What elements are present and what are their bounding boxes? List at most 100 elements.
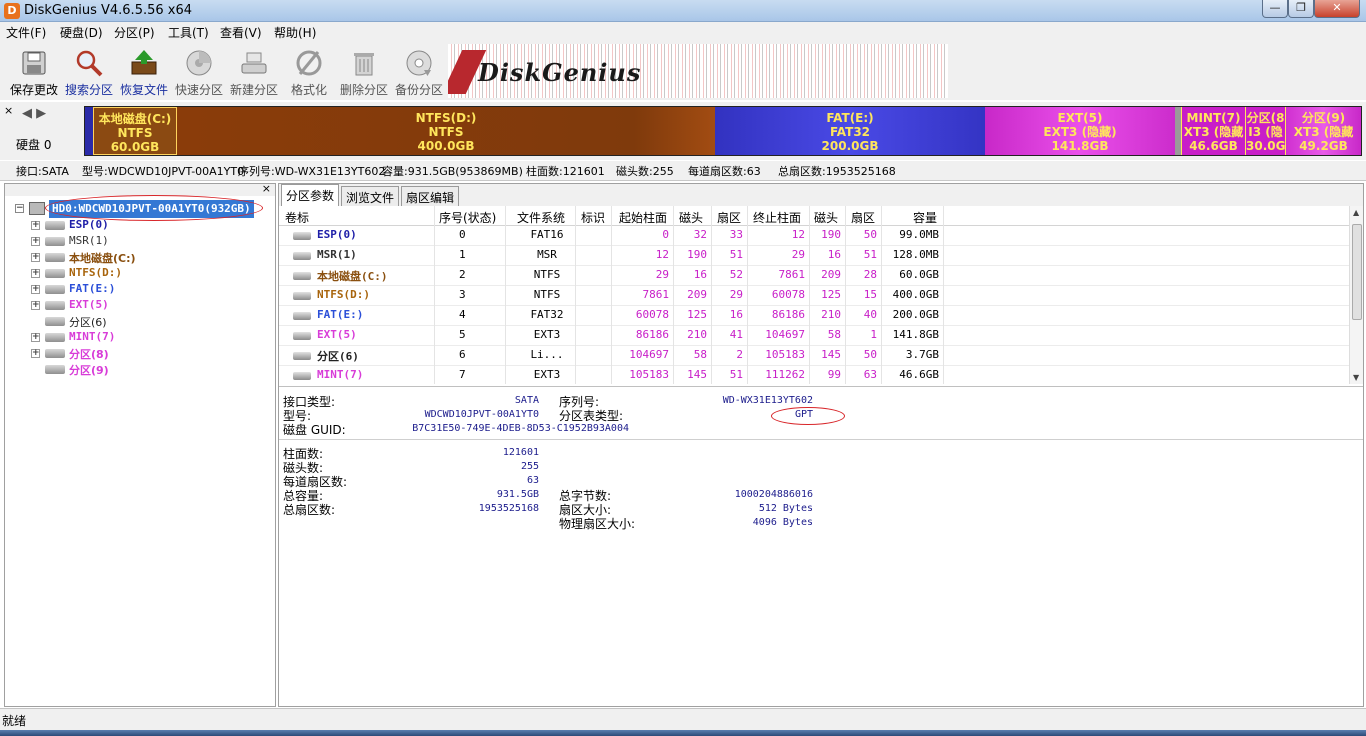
col-end-sector[interactable]: 扇区 xyxy=(851,209,875,226)
menu-tools[interactable]: 工具(T) xyxy=(168,24,209,41)
partition-icon xyxy=(45,301,65,310)
backup-partition-button[interactable]: 备份分区 xyxy=(392,46,446,98)
advertisement-banner[interactable]: DiskGenius xyxy=(448,44,948,98)
status-text: 就绪 xyxy=(2,714,27,728)
partition-ext5-block[interactable]: EXT(5) EXT3 (隐藏) 141.8GB xyxy=(985,107,1175,155)
col-filesystem[interactable]: 文件系统 xyxy=(517,209,565,226)
col-start-sector[interactable]: 扇区 xyxy=(717,209,741,226)
menu-disk[interactable]: 硬盘(D) xyxy=(60,24,103,41)
backup-partition-label: 备份分区 xyxy=(394,83,443,97)
model-text: 型号:WDCWD10JPVT-00A1YT0 xyxy=(82,165,245,178)
partition-mint7-block[interactable]: MINT(7) XT3 (隐藏 46.6GB xyxy=(1181,107,1245,155)
format-button[interactable]: 格式化 xyxy=(282,46,336,98)
partition-c-name: 本地磁盘(C:) xyxy=(98,112,172,126)
row-volume-label: NTFS(D:) xyxy=(317,288,370,301)
table-cell: 0 xyxy=(459,228,466,241)
col-flag[interactable]: 标识 xyxy=(581,209,605,226)
menu-view[interactable]: 查看(V) xyxy=(220,24,262,41)
expand-icon[interactable]: + xyxy=(31,349,40,358)
partition-8-name: 分区(8 xyxy=(1246,111,1285,125)
partition-ext5-name: EXT(5) xyxy=(1057,111,1103,125)
table-row[interactable]: 分区(6) 6 Li... 104697 58 2 105183 145 50 3.7GB xyxy=(279,346,1349,366)
partition-9-block[interactable]: 分区(9) XT3 (隐藏 49.2GB xyxy=(1285,107,1361,155)
sector-size-value: 512 Bytes xyxy=(758,503,813,514)
col-volume-label[interactable]: 卷标 xyxy=(285,209,309,226)
delete-partition-button[interactable]: 删除分区 xyxy=(337,46,391,98)
tree-item-label: EXT(5) xyxy=(69,298,109,311)
physical-sector-size-label: 物理扇区大小: xyxy=(559,517,636,531)
menu-partition[interactable]: 分区(P) xyxy=(114,24,155,41)
scroll-down-icon[interactable]: ▼ xyxy=(1353,373,1359,382)
table-scrollbar[interactable]: ▲ ▼ xyxy=(1349,206,1363,384)
diskmap-close-icon[interactable]: × xyxy=(4,104,13,117)
app-icon: D xyxy=(4,3,20,19)
collapse-icon[interactable]: − xyxy=(15,204,24,213)
tree-item-label: 本地磁盘(C:) xyxy=(69,252,136,265)
menu-help[interactable]: 帮助(H) xyxy=(274,24,316,41)
table-cell: 51 xyxy=(863,248,877,261)
interface-type-value: SATA xyxy=(514,395,539,406)
expand-icon[interactable]: + xyxy=(31,221,40,230)
partition-9-size: 49.2GB xyxy=(1299,139,1348,153)
partition-c-block[interactable]: 本地磁盘(C:) NTFS 60.0GB xyxy=(93,107,177,155)
partition-d-block[interactable]: NTFS(D:) NTFS 400.0GB xyxy=(177,107,715,155)
table-cell: NTFS xyxy=(533,268,561,281)
table-cell: NTFS xyxy=(533,288,561,301)
save-changes-button[interactable]: 保存更改 xyxy=(7,46,61,98)
expand-icon[interactable]: + xyxy=(31,237,40,246)
total-sectors-text: 总扇区数:1953525168 xyxy=(778,165,896,178)
capacity-text: 容量:931.5GB(953869MB) xyxy=(382,165,523,178)
tab-browse-files[interactable]: 浏览文件 xyxy=(341,186,400,206)
partition-e-block[interactable]: FAT(E:) FAT32 200.0GB xyxy=(715,107,985,155)
tree-item-label: NTFS(D:) xyxy=(69,266,122,279)
minimize-button[interactable]: — xyxy=(1262,0,1288,18)
table-row[interactable]: MSR(1) 1 MSR 12 190 51 29 16 51 128.0MB xyxy=(279,246,1349,266)
expand-icon[interactable]: + xyxy=(31,269,40,278)
table-cell: 60.0GB xyxy=(899,268,939,281)
col-start-head[interactable]: 磁头 xyxy=(679,209,703,226)
menu-file[interactable]: 文件(F) xyxy=(6,24,46,41)
new-partition-button[interactable]: 新建分区 xyxy=(227,46,281,98)
expand-icon[interactable]: + xyxy=(31,333,40,342)
col-index[interactable]: 序号(状态) xyxy=(439,209,496,226)
recover-files-button[interactable]: 恢复文件 xyxy=(117,46,171,98)
col-start-cylinder[interactable]: 起始柱面 xyxy=(619,209,667,226)
partition-e-name: FAT(E:) xyxy=(826,111,874,125)
expand-icon[interactable]: + xyxy=(31,301,40,310)
table-header-row: 卷标 序号(状态) 文件系统 标识 起始柱面 磁头 扇区 终止柱面 磁头 扇区 … xyxy=(279,206,1349,226)
tree-close-icon[interactable]: × xyxy=(262,182,271,195)
scroll-up-icon[interactable]: ▲ xyxy=(1353,208,1359,217)
table-row[interactable]: FAT(E:) 4 FAT32 60078 125 16 86186 210 40 200.0GB xyxy=(279,306,1349,326)
row-volume-label: FAT(E:) xyxy=(317,308,364,321)
tree-item-label: MSR(1) xyxy=(69,234,109,247)
tab-sector-edit[interactable]: 扇区编辑 xyxy=(401,186,460,206)
tree-item-label: 分区(9) xyxy=(69,364,109,377)
disk-label: 硬盘 0 xyxy=(16,138,52,152)
table-row[interactable]: MINT(7) 7 EXT3 105183 145 51 111262 99 63 46.6GB xyxy=(279,366,1349,384)
format-label: 格式化 xyxy=(290,83,327,97)
table-cell: 2 xyxy=(459,268,466,281)
maximize-button[interactable]: ❐ xyxy=(1288,0,1314,18)
partition-8-size: 30.0GI xyxy=(1246,139,1285,153)
disk-nav-arrows-icon[interactable]: ◀ ▶ xyxy=(22,106,46,121)
col-end-head[interactable]: 磁头 xyxy=(814,209,838,226)
table-row[interactable]: NTFS(D:) 3 NTFS 7861 209 29 60078 125 15 400.0GB xyxy=(279,286,1349,306)
col-end-cylinder[interactable]: 终止柱面 xyxy=(753,209,801,226)
partition-esp-block[interactable] xyxy=(85,107,93,155)
recover-files-label: 恢复文件 xyxy=(119,83,168,97)
expand-icon[interactable]: + xyxy=(31,253,40,262)
quick-partition-button[interactable]: 快速分区 xyxy=(172,46,226,98)
partition-icon xyxy=(45,237,65,246)
expand-icon[interactable]: + xyxy=(31,285,40,294)
search-partition-button[interactable]: 搜索分区 xyxy=(62,46,116,98)
partition-8-block[interactable]: 分区(8 I3 (隐 30.0GI xyxy=(1245,107,1285,155)
close-button[interactable]: ✕ xyxy=(1314,0,1360,18)
partition-icon xyxy=(293,332,311,340)
scroll-thumb[interactable] xyxy=(1352,224,1362,320)
total-bytes-value: 1000204886016 xyxy=(734,489,813,500)
table-row[interactable]: ESP(0) 0 FAT16 0 32 33 12 190 50 99.0MB xyxy=(279,226,1349,246)
table-row[interactable]: EXT(5) 5 EXT3 86186 210 41 104697 58 1 141.8GB xyxy=(279,326,1349,346)
tab-partition-params[interactable]: 分区参数 xyxy=(281,184,340,206)
table-row[interactable]: 本地磁盘(C:) 2 NTFS 29 16 52 7861 209 28 60.0GB xyxy=(279,266,1349,286)
col-capacity[interactable]: 容量 xyxy=(913,209,937,226)
